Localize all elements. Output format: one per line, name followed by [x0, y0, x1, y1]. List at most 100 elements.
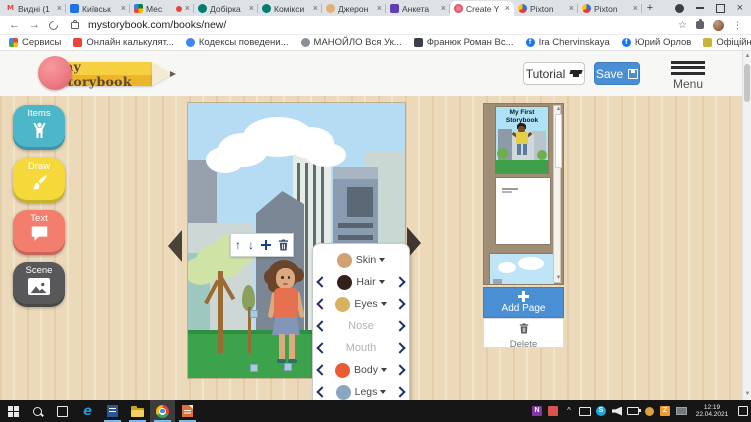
tab-meet[interactable]: Мес ×	[130, 1, 194, 16]
close-window-button[interactable]: ×	[737, 2, 743, 14]
tab-create-storybook-active[interactable]: Create Y ×	[450, 1, 514, 16]
tab-gmail[interactable]: Видні (1 ×	[2, 1, 66, 16]
body-swatch[interactable]	[335, 362, 351, 378]
row-body[interactable]: Body	[316, 359, 406, 381]
page-scrollbar-thumb[interactable]	[744, 64, 750, 102]
bookmark-item[interactable]: МАНОЙЛО Вся Ук...	[300, 37, 402, 48]
maximize-button[interactable]	[715, 3, 725, 13]
tab-komiksy[interactable]: Комікси ×	[258, 1, 322, 16]
eyes-swatch[interactable]	[335, 296, 351, 312]
page-thumbnail[interactable]	[496, 178, 550, 244]
pages-scrollbar[interactable]: ▲ ▼	[553, 105, 562, 283]
tray-coin-app[interactable]	[641, 400, 657, 422]
tray-battery[interactable]	[625, 400, 641, 422]
tab-close-icon[interactable]: ×	[185, 4, 190, 13]
row-legs[interactable]: Legs	[316, 381, 406, 400]
taskbar-chrome-active[interactable]	[150, 400, 175, 422]
tray-hidden-icons[interactable]: ^	[561, 400, 577, 422]
tab-anketa[interactable]: Анкета ×	[386, 1, 450, 16]
delete-object-icon[interactable]	[278, 239, 289, 251]
bookmark-item[interactable]: Юрий Орлов	[621, 37, 691, 48]
back-icon[interactable]: ←	[9, 19, 20, 31]
tray-z-app[interactable]: Z	[657, 400, 673, 422]
tab-close-icon[interactable]: ×	[377, 4, 382, 13]
tab-close-icon[interactable]: ×	[121, 4, 126, 13]
tool-draw-button[interactable]: Draw	[13, 158, 65, 203]
row-hair[interactable]: Hair	[316, 271, 406, 293]
tab-close-icon[interactable]: ×	[57, 4, 62, 13]
action-center-button[interactable]	[735, 400, 751, 422]
bookmark-item[interactable]: Сервисы	[9, 37, 61, 48]
row-skin[interactable]: Skin	[318, 249, 404, 271]
tab-close-icon[interactable]: ×	[569, 4, 574, 13]
move-icon[interactable]	[261, 240, 271, 250]
taskbar-edge[interactable]: e	[75, 400, 100, 422]
tool-scene-button[interactable]: Scene	[13, 262, 65, 307]
prev-page-arrow[interactable]	[168, 230, 182, 262]
selection-handle[interactable]	[250, 364, 258, 372]
character[interactable]	[264, 260, 308, 366]
next-option-icon[interactable]	[394, 298, 406, 310]
pages-scrollbar-thumb[interactable]	[554, 114, 562, 168]
menu-button[interactable]: Menu	[671, 58, 705, 91]
tab-pixton-1[interactable]: Pixton ×	[514, 1, 578, 16]
next-option-icon[interactable]	[394, 386, 406, 398]
start-button[interactable]	[0, 400, 25, 422]
tab-close-icon[interactable]: ×	[313, 4, 318, 13]
bookmark-item[interactable]: Франюк Роман Вс...	[413, 37, 514, 48]
reload-icon[interactable]	[47, 18, 60, 32]
browser-menu-icon[interactable]: ⋮	[733, 20, 742, 31]
tray-volume[interactable]	[609, 400, 625, 422]
taskbar-document[interactable]	[175, 400, 200, 422]
skin-swatch[interactable]	[336, 252, 352, 268]
scroll-up-icon[interactable]: ▲	[555, 106, 562, 113]
next-option-icon[interactable]	[394, 364, 406, 376]
tray-onenote[interactable]: N	[529, 400, 545, 422]
row-eyes[interactable]: Eyes	[316, 293, 406, 315]
taskbar-explorer[interactable]	[125, 400, 150, 422]
url-text[interactable]: mystorybook.com/books/new/	[88, 19, 669, 31]
bookmark-item[interactable]: Офіційний сайт Уп...	[703, 37, 751, 48]
tab-dobirka[interactable]: Добірка ×	[194, 1, 258, 16]
scroll-up-icon[interactable]: ▲	[744, 53, 751, 60]
next-option-icon[interactable]	[394, 342, 406, 354]
page-scrollbar[interactable]: ▲ ▼	[742, 51, 751, 400]
tab-close-icon[interactable]: ×	[441, 4, 446, 13]
scroll-down-icon[interactable]: ▼	[555, 275, 562, 282]
tutorial-button[interactable]: Tutorial	[523, 62, 585, 85]
tool-text-button[interactable]: Text	[13, 210, 65, 255]
tab-kyivsk[interactable]: Київськ ×	[66, 1, 130, 16]
extension-icon[interactable]	[696, 18, 704, 29]
selection-handle[interactable]	[284, 363, 292, 371]
bookmark-item[interactable]: Кодексы поведени...	[185, 37, 289, 48]
media-cast-icon[interactable]	[674, 3, 684, 13]
taskbar-clock[interactable]: 12:19 22.04.2021	[689, 404, 735, 419]
tab-close-icon[interactable]: ×	[249, 4, 254, 13]
cover-thumbnail[interactable]: My First Storybook	[496, 107, 548, 173]
delete-page-button[interactable]: Delete	[483, 318, 564, 350]
tray-skype[interactable]: S	[593, 400, 609, 422]
minimize-button[interactable]	[695, 7, 704, 9]
send-backward-icon[interactable]: ↓	[248, 239, 254, 251]
new-tab-button[interactable]: +	[642, 2, 658, 14]
tab-close-icon[interactable]: ×	[505, 4, 510, 13]
legs-swatch[interactable]	[335, 384, 351, 400]
profile-avatar[interactable]	[713, 19, 724, 31]
bookmark-item[interactable]: Ira Chervinskaya	[525, 37, 610, 48]
scroll-down-icon[interactable]: ▼	[744, 391, 751, 398]
page-thumbnail-partial[interactable]	[490, 254, 554, 284]
tray-display[interactable]	[577, 400, 593, 422]
tab-close-icon[interactable]: ×	[633, 4, 638, 13]
bookmark-item[interactable]: Онлайн калькулят...	[73, 37, 174, 48]
tab-dzheron[interactable]: Джерон ×	[322, 1, 386, 16]
tray-contact[interactable]	[545, 400, 561, 422]
bookmark-star-icon[interactable]: ☆	[678, 20, 687, 31]
next-option-icon[interactable]	[394, 320, 406, 332]
task-view-button[interactable]	[50, 400, 75, 422]
save-button[interactable]: Save	[594, 62, 640, 85]
forward-icon[interactable]: →	[29, 19, 40, 31]
taskbar-word[interactable]	[100, 400, 125, 422]
tab-pixton-2[interactable]: Pixton ×	[578, 1, 642, 16]
taskbar-search-button[interactable]	[25, 400, 50, 422]
tool-items-button[interactable]: Items	[13, 105, 65, 150]
